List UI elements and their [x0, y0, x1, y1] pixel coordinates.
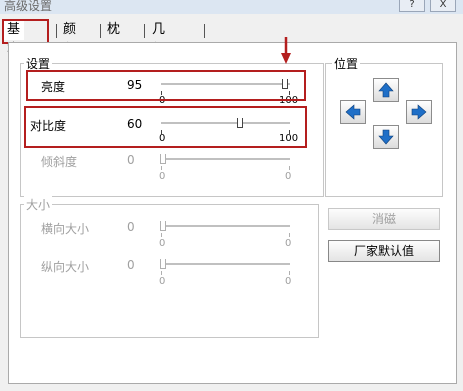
slider-track — [161, 225, 290, 228]
help-button[interactable]: ? — [399, 0, 425, 12]
tab-panel: 设置 亮度 95 0 100 对比度 60 0 100 倾斜度 0 0 0 大小… — [8, 42, 457, 384]
vertical-size-max: 0 — [285, 276, 292, 287]
position-group-title: 位置 — [332, 55, 361, 72]
slider-tick — [161, 233, 162, 237]
vertical-size-min: 0 — [159, 276, 166, 287]
slider-tick — [161, 166, 162, 170]
vertical-size-label: 纵向大小 — [41, 260, 90, 274]
window-title: 高级设置 — [4, 0, 53, 13]
tilt-label: 倾斜度 — [41, 155, 78, 169]
slider-tick — [161, 271, 162, 275]
tilt-value: 0 — [127, 153, 135, 167]
horizontal-size-slider[interactable] — [159, 217, 292, 247]
tilt-min: 0 — [159, 171, 166, 182]
vertical-size-slider[interactable] — [159, 255, 292, 285]
vertical-size-value: 0 — [127, 258, 135, 272]
slider-tick — [289, 233, 290, 237]
up-arrow-icon — [378, 82, 394, 98]
title-bar: 高级设置 ? X — [0, 0, 463, 14]
slider-tick — [289, 166, 290, 170]
tilt-max: 0 — [285, 171, 292, 182]
tab-color[interactable]: 颜色 — [59, 20, 80, 57]
brightness-highlight-box — [26, 70, 306, 101]
horizontal-size-max: 0 — [285, 238, 292, 249]
slider-track — [161, 263, 290, 266]
slider-tick — [289, 271, 290, 275]
horizontal-size-value: 0 — [127, 220, 135, 234]
horizontal-size-label: 横向大小 — [41, 222, 90, 236]
move-left-button[interactable] — [340, 100, 366, 124]
horizontal-size-min: 0 — [159, 238, 166, 249]
tab-separator — [144, 24, 145, 38]
contrast-highlight-box — [24, 106, 307, 148]
tab-highlight-box — [2, 19, 49, 44]
tab-separator — [56, 24, 57, 38]
degauss-button[interactable]: 消磁 — [328, 208, 440, 230]
size-group-title: 大小 — [24, 196, 53, 213]
right-arrow-icon — [411, 104, 427, 120]
slider-thumb[interactable] — [160, 259, 166, 269]
slider-thumb[interactable] — [160, 221, 166, 231]
move-up-button[interactable] — [373, 78, 399, 102]
slider-track — [161, 158, 290, 161]
tab-geometry[interactable]: 几何特性 — [148, 20, 169, 97]
move-right-button[interactable] — [406, 100, 432, 124]
tab-separator — [100, 24, 101, 38]
close-button[interactable]: X — [430, 0, 456, 12]
down-arrow-icon — [378, 129, 394, 145]
move-down-button[interactable] — [373, 125, 399, 149]
slider-thumb[interactable] — [160, 154, 166, 164]
tab-pincushion[interactable]: 枕形 — [103, 20, 124, 57]
annotation-arrow-icon — [281, 37, 291, 64]
tilt-slider[interactable] — [159, 150, 292, 180]
tab-separator — [204, 24, 205, 38]
factory-default-button[interactable]: 厂家默认值 — [328, 240, 440, 262]
left-arrow-icon — [345, 104, 361, 120]
